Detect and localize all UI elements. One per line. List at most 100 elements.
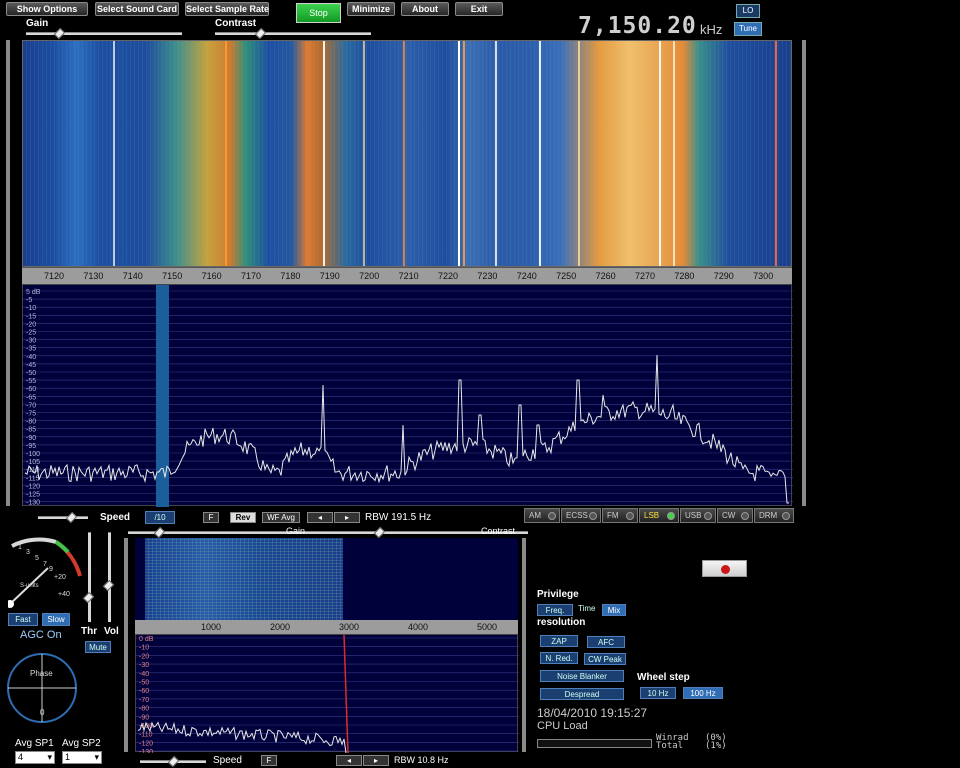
cw-peak-button[interactable]: CW Peak — [584, 653, 626, 665]
mode-button-drm[interactable]: DRM — [754, 508, 794, 523]
mute-button[interactable]: Mute — [85, 641, 111, 653]
db-label: -85 — [26, 427, 36, 434]
privilege-mix-button[interactable]: Mix — [602, 604, 626, 616]
select-sound-card-button[interactable]: Select Sound Card — [95, 2, 179, 16]
axis-tick: 7300 — [753, 271, 774, 281]
right-arrow-icon: ▸ — [373, 756, 378, 765]
agc-on-label[interactable]: AGC On — [20, 629, 62, 641]
afc-button[interactable]: AFC — [587, 636, 625, 648]
chevron-down-icon: ▾ — [47, 752, 52, 762]
audio-axis-tick: 4000 — [407, 622, 429, 632]
passband-edge[interactable] — [343, 634, 349, 754]
audio-db-label: -10 — [139, 645, 149, 652]
audio-db-label: -60 — [139, 688, 149, 695]
cpu-load-label: CPU Load — [537, 720, 588, 732]
mode-button-fm[interactable]: FM — [602, 508, 638, 523]
audio-spectrum[interactable]: 0 dB -10 -20 -30 -40 -50 -60 -70 -80 -90 -100 -110-… — [135, 634, 519, 756]
exit-button[interactable]: Exit — [455, 2, 503, 16]
audio-db-label: -40 — [139, 671, 149, 678]
privilege-label: Privilege — [537, 589, 579, 600]
frequency-display[interactable]: 7,150.20 — [578, 13, 697, 39]
audio-db-label: -110 — [139, 732, 153, 739]
f-button[interactable]: F — [203, 512, 219, 523]
audio-db-label: -130 — [139, 749, 153, 753]
carrier-line — [225, 41, 227, 266]
privilege-time-button[interactable]: Time — [578, 604, 595, 613]
sub-zoom-left-button[interactable]: ◂ — [336, 755, 362, 766]
select-sample-rate-button[interactable]: Select Sample Rate — [185, 2, 269, 16]
sub-zoom-right-button[interactable]: ▸ — [363, 755, 389, 766]
noise-blanker-button[interactable]: Noise Blanker — [540, 670, 624, 682]
audio-axis-tick: 3000 — [338, 622, 360, 632]
thr-slider[interactable] — [82, 532, 95, 622]
meter-scale-20: +20 — [54, 574, 66, 581]
phase-label: Phase — [30, 669, 53, 678]
tuning-marker[interactable] — [156, 285, 169, 507]
tune-button[interactable]: Tune — [734, 22, 762, 36]
mode-indicator-icon — [626, 512, 634, 520]
privilege-freq-button[interactable]: Freq. — [537, 604, 573, 616]
wheel-step-100hz-button[interactable]: 100 Hz — [683, 687, 723, 699]
sub-speed-label: Speed — [213, 755, 242, 766]
meter-scale-9: 9 — [49, 566, 53, 573]
mode-button-lsb[interactable]: LSB — [639, 508, 679, 523]
wheel-step-10hz-button[interactable]: 10 Hz — [640, 687, 676, 699]
mode-label: USB — [685, 511, 702, 520]
about-button[interactable]: About — [401, 2, 449, 16]
zap-button[interactable]: ZAP — [540, 635, 578, 647]
sub-gain-contrast-slider[interactable] — [128, 526, 528, 539]
sub-f-button[interactable]: F — [261, 755, 277, 766]
zoom-left-button[interactable]: ◂ — [307, 512, 333, 523]
stop-button[interactable]: Stop — [296, 3, 341, 23]
wheel-step-label: Wheel step — [637, 672, 690, 683]
mode-button-usb[interactable]: USB — [680, 508, 716, 523]
mode-button-ecss[interactable]: ECSS — [561, 508, 601, 523]
vol-slider[interactable] — [102, 532, 115, 622]
audio-db-label: 0 dB — [139, 636, 154, 643]
speed-slider[interactable] — [38, 511, 88, 524]
agc-slow-button[interactable]: Slow — [42, 613, 70, 626]
audio-waterfall[interactable] — [135, 538, 518, 620]
rev-button[interactable]: Rev — [230, 512, 256, 523]
main-spectrum[interactable]: 5 dB -5 -10 -15 -20 -25 -30 -35 -40 -45 -50 -55 -60-… — [22, 284, 793, 507]
show-options-button[interactable]: Show Options — [6, 2, 88, 16]
wf-avg-button[interactable]: WF Avg — [262, 512, 300, 523]
left-arrow-icon: ◂ — [317, 513, 322, 522]
audio-axis-tick: 2000 — [269, 622, 291, 632]
mode-label: LSB — [644, 511, 660, 520]
meter-scale-1: 1 — [18, 544, 22, 551]
mode-indicator-icon — [704, 512, 712, 520]
mode-button-cw[interactable]: CW — [717, 508, 753, 523]
axis-tick: 7290 — [713, 271, 734, 281]
left-scrollbar[interactable] — [6, 40, 10, 506]
contrast-slider[interactable] — [215, 27, 371, 40]
speed-value[interactable]: /10 — [145, 511, 175, 524]
avg-sp2-select[interactable]: 1 ▾ — [62, 751, 102, 764]
agc-fast-button[interactable]: Fast — [8, 613, 38, 626]
mode-button-am[interactable]: AM — [524, 508, 560, 523]
record-icon — [721, 565, 730, 574]
audio-spectrum-trace — [137, 721, 347, 754]
meter-scale-3: 3 — [26, 549, 30, 556]
main-waterfall[interactable] — [22, 40, 792, 267]
avg-sp2-label: Avg SP2 — [62, 738, 101, 749]
record-button[interactable] — [702, 560, 747, 577]
vol-label: Vol — [104, 626, 119, 637]
db-label: -30 — [26, 338, 36, 345]
right-scrollbar[interactable] — [802, 40, 806, 506]
noise-reduction-button[interactable]: N. Red. — [540, 652, 578, 664]
sub-right-scrollbar[interactable] — [522, 538, 526, 752]
lo-button[interactable]: LO — [736, 4, 760, 18]
zoom-right-button[interactable]: ▸ — [334, 512, 360, 523]
gain-slider[interactable] — [26, 27, 182, 40]
axis-tick: 7180 — [280, 271, 301, 281]
spectrum-plot: 5 dB-5-10-15-20-25-30-35-40-45-50-55-60-… — [23, 285, 793, 507]
minimize-button[interactable]: Minimize — [347, 2, 395, 16]
sub-left-scrollbar[interactable] — [124, 538, 128, 752]
db-label: -95 — [26, 443, 36, 450]
avg-sp1-select[interactable]: 4 ▾ — [15, 751, 55, 764]
sub-speed-slider[interactable] — [140, 755, 206, 768]
mode-indicator-icon — [589, 512, 597, 520]
sub-gain-label: Gain — [286, 526, 306, 536]
despread-button[interactable]: Despread — [540, 688, 624, 700]
